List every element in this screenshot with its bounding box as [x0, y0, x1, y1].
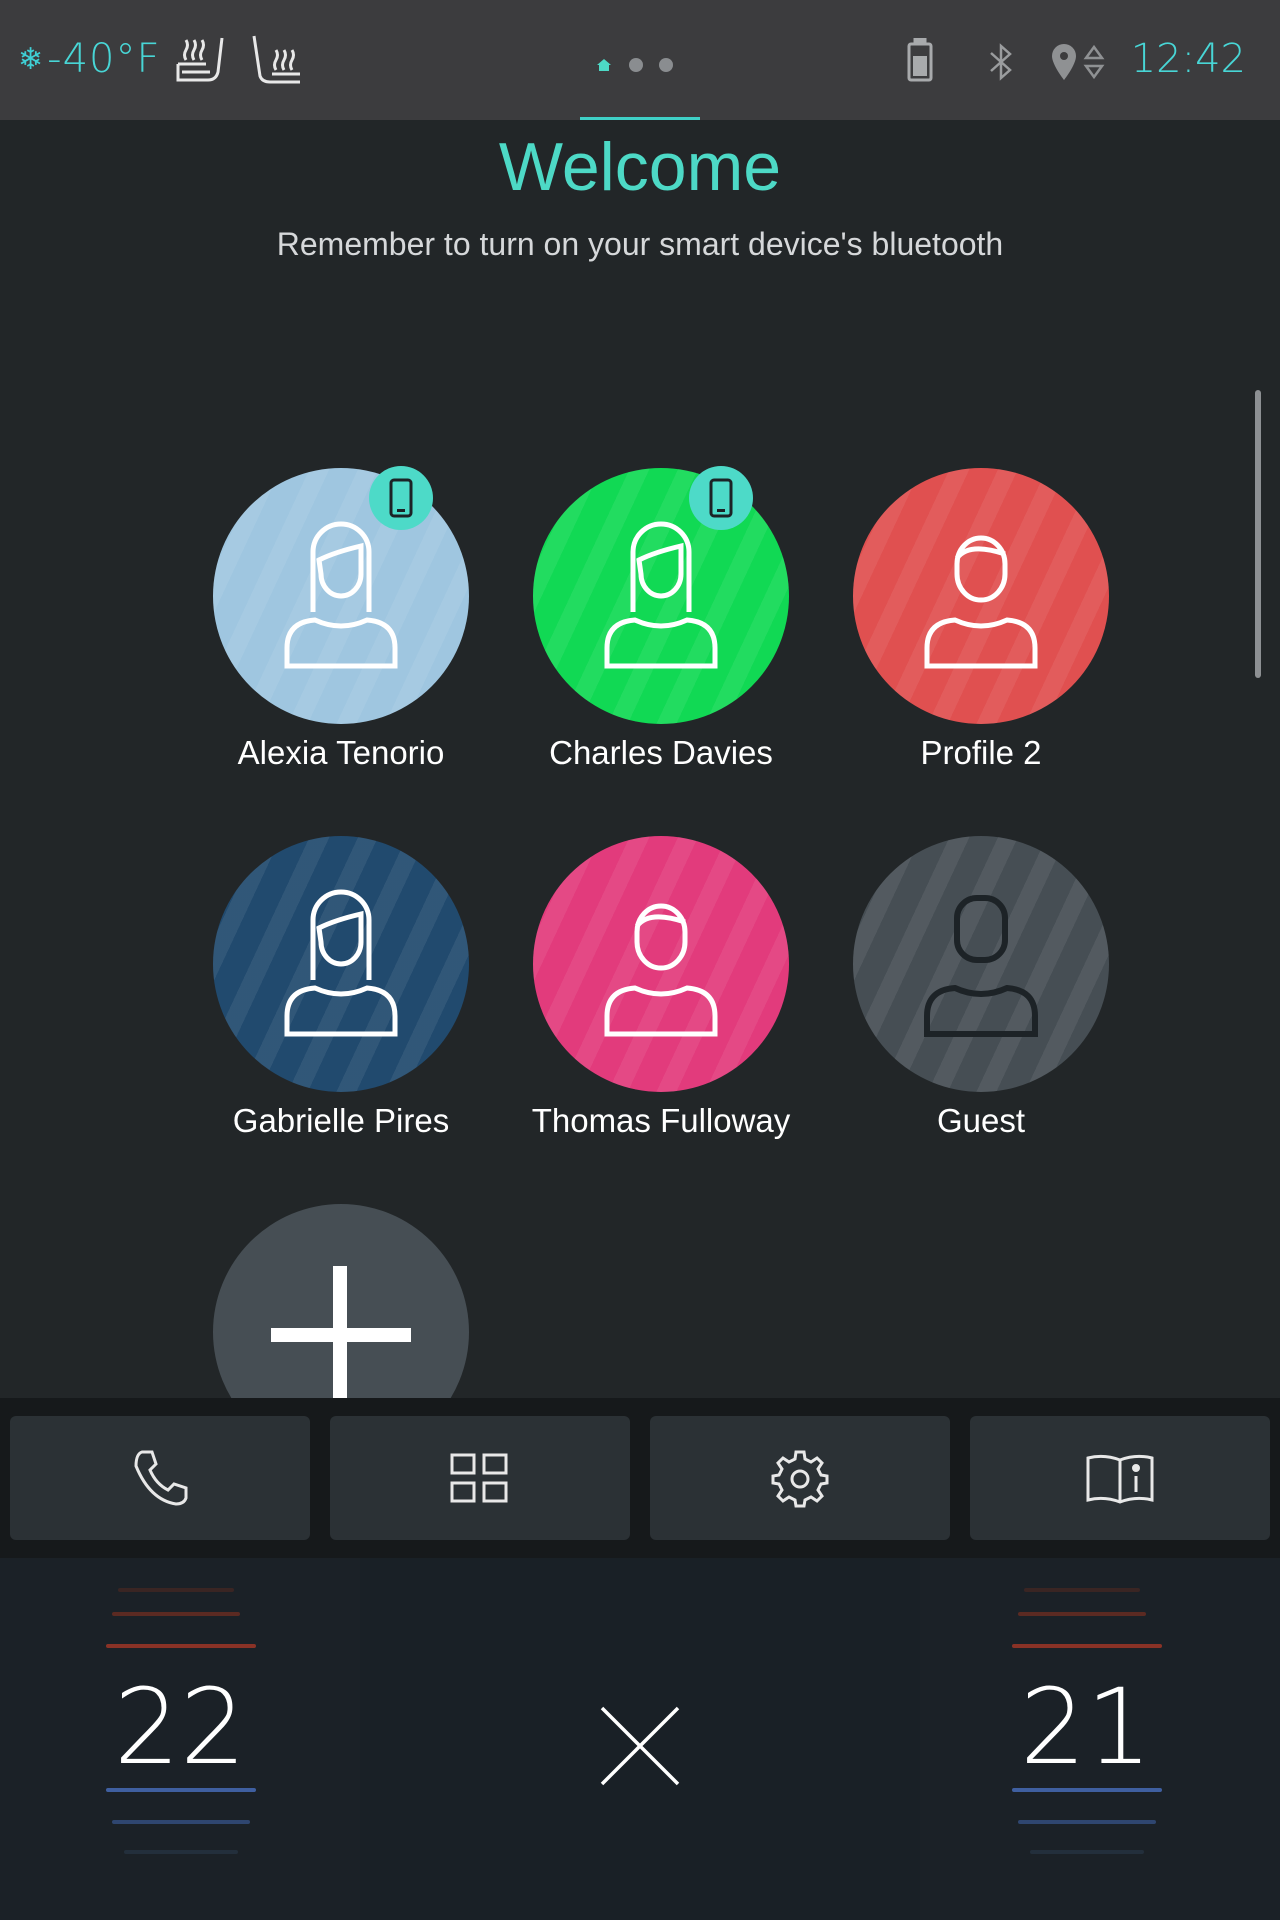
person-icon: [284, 889, 398, 1037]
phone-icon: [134, 1450, 188, 1506]
person-icon: [604, 521, 718, 669]
profile-name: Alexia Tenorio: [237, 734, 445, 771]
temp-scale-line: [112, 1820, 250, 1824]
battery-icon: [906, 37, 934, 89]
heated-seat-icon[interactable]: [172, 30, 228, 95]
temp-scale-line: [1030, 1850, 1144, 1854]
avatar[interactable]: [213, 836, 469, 1092]
temp-scale-line: [1018, 1612, 1146, 1616]
profile-item[interactable]: Gabrielle Pires: [191, 836, 491, 1140]
page-dot-3[interactable]: [659, 58, 673, 72]
apps-grid-icon: [450, 1453, 508, 1503]
driver-temp-control[interactable]: 22: [0, 1558, 360, 1920]
temp-scale-line: [1024, 1588, 1140, 1592]
smartphone-icon: [389, 478, 413, 518]
bluetooth-icon: [986, 42, 1016, 87]
passenger-temp-value: 21: [1019, 1666, 1153, 1788]
add-profile-button[interactable]: [213, 1204, 469, 1398]
settings-button[interactable]: [650, 1416, 950, 1540]
temp-scale-line: [1012, 1644, 1162, 1648]
apps-button[interactable]: [330, 1416, 630, 1540]
avatar[interactable]: [533, 836, 789, 1092]
temp-scale-line: [112, 1612, 240, 1616]
plus-icon: [271, 1266, 411, 1398]
top-tab-indicator: [580, 117, 700, 120]
bottom-dock: [0, 1398, 1280, 1558]
temp-scale-line: [124, 1850, 238, 1854]
person-icon: [284, 521, 398, 669]
temp-scale-line: [106, 1644, 256, 1648]
status-bar: ❄ -40°F 12:42: [0, 0, 1280, 120]
settings-gear-icon: [771, 1450, 829, 1508]
person-icon: [924, 895, 1038, 1037]
temp-scale-line: [118, 1588, 234, 1592]
page-title: Welcome: [498, 129, 782, 205]
person-icon: [604, 903, 718, 1037]
profile-name: Guest: [936, 1102, 1026, 1139]
climate-bar: 22 21: [0, 1558, 1280, 1920]
page-dot-2[interactable]: [629, 58, 643, 72]
phone-button[interactable]: [10, 1416, 310, 1540]
phone-paired-badge: [689, 466, 753, 530]
passenger-temp-control[interactable]: 21: [920, 1558, 1280, 1920]
clock: 12:42: [1130, 36, 1246, 82]
scrollbar[interactable]: [1255, 390, 1261, 678]
profile-item[interactable]: Charles Davies: [511, 466, 811, 772]
heated-seat-rear-icon[interactable]: [250, 30, 306, 95]
person-icon: [924, 535, 1038, 669]
profile-item[interactable]: Guest: [831, 836, 1131, 1140]
profile-name: Thomas Fulloway: [531, 1102, 791, 1139]
page-subtitle: Remember to turn on your smart device's …: [276, 226, 1004, 262]
profile-name: Profile 2: [920, 734, 1042, 771]
profile-name: Charles Davies: [549, 734, 773, 771]
close-icon[interactable]: [598, 1704, 682, 1788]
phone-paired-badge: [369, 466, 433, 530]
temp-scale-line: [1012, 1788, 1162, 1792]
profile-item[interactable]: Alexia Tenorio: [191, 466, 491, 772]
climate-center: [360, 1558, 920, 1920]
profile-name: Gabrielle Pires: [232, 1102, 450, 1139]
manual-button[interactable]: [970, 1416, 1270, 1540]
profile-item[interactable]: Profile 2: [831, 468, 1131, 772]
outside-temperature: ❄ -40°F: [18, 36, 160, 82]
page-indicator: [595, 56, 673, 74]
profile-item[interactable]: Thomas Fulloway: [511, 836, 811, 1140]
manual-book-icon: [1086, 1454, 1154, 1504]
temp-scale-line: [106, 1788, 256, 1792]
outside-temp-value: -40°F: [47, 36, 161, 82]
home-icon[interactable]: [595, 56, 613, 74]
snowflake-icon: ❄: [18, 42, 44, 76]
location-icon: [1050, 42, 1110, 87]
driver-temp-value: 22: [113, 1666, 247, 1788]
temp-scale-line: [1018, 1820, 1156, 1824]
smartphone-icon: [709, 478, 733, 518]
avatar[interactable]: [853, 468, 1109, 724]
avatar[interactable]: [853, 836, 1109, 1092]
